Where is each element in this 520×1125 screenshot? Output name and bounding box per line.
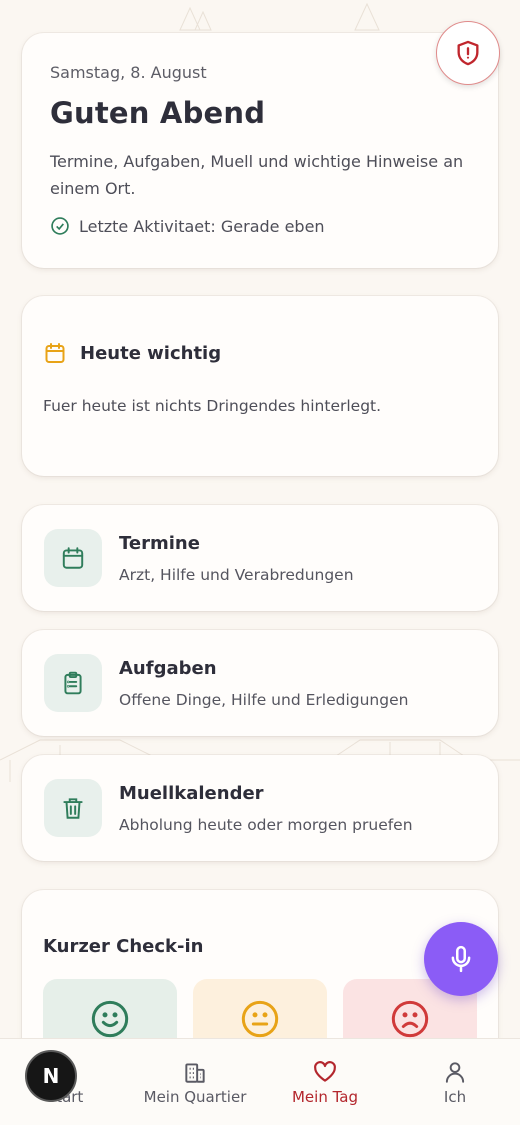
- emergency-button[interactable]: [436, 21, 500, 85]
- last-activity-text: Letzte Aktivitaet: Gerade eben: [79, 216, 325, 236]
- happy-face-icon: [91, 1000, 129, 1038]
- greeting-description: Termine, Aufgaben, Muell und wichtige Hi…: [50, 152, 464, 198]
- greeting-title: Guten Abend: [50, 96, 266, 130]
- bottom-navigation: Start Mein Quartier Mein Tag Ich: [0, 1038, 520, 1125]
- nav-mein-tag[interactable]: Mein Tag: [260, 1039, 390, 1125]
- important-today-card: Heute wichtig Fuer heute ist nichts Drin…: [22, 296, 498, 476]
- sad-face-icon: [391, 1000, 429, 1038]
- calendar-icon: [45, 343, 65, 363]
- nav-ich[interactable]: Ich: [390, 1039, 520, 1125]
- greeting-card: Samstag, 8. August Guten Abend Termine, …: [22, 21, 500, 268]
- waste-icon-box: [44, 779, 102, 837]
- nav-ich-label: Ich: [443, 1088, 467, 1106]
- neutral-face-icon: [241, 1000, 279, 1038]
- clipboard-icon: [64, 671, 82, 695]
- check-circle-icon: [51, 217, 69, 235]
- waste-subtitle: Abholung heute oder morgen pruefen: [119, 815, 413, 834]
- tasks-card[interactable]: Aufgaben Offene Dinge, Hilfe und Erledig…: [22, 630, 498, 736]
- tasks-title: Aufgaben: [119, 657, 217, 679]
- nav-mein-tag-label: Mein Tag: [291, 1088, 358, 1106]
- shield-alert-icon: [457, 40, 479, 66]
- voice-input-button[interactable]: [424, 922, 498, 996]
- building-icon: [185, 1063, 205, 1083]
- dev-overlay-badge[interactable]: N: [25, 1050, 77, 1102]
- user-icon: [445, 1062, 465, 1083]
- important-body: Fuer heute ist nichts Dringendes hinterl…: [43, 397, 382, 415]
- microphone-icon: [451, 945, 471, 973]
- nav-mein-quartier-label: Mein Quartier: [143, 1088, 247, 1106]
- appointments-title: Termine: [119, 532, 200, 554]
- appointments-icon-box: [44, 529, 102, 587]
- heart-icon: [314, 1061, 336, 1082]
- calendar-icon: [62, 547, 84, 569]
- tasks-icon-box: [44, 654, 102, 712]
- nav-mein-quartier[interactable]: Mein Quartier: [130, 1039, 260, 1125]
- current-date: Samstag, 8. August: [50, 63, 207, 82]
- appointments-card[interactable]: Termine Arzt, Hilfe und Verabredungen: [22, 505, 498, 611]
- appointments-subtitle: Arzt, Hilfe und Verabredungen: [119, 565, 354, 584]
- checkin-title: Kurzer Check-in: [43, 936, 204, 957]
- trash-icon: [63, 798, 83, 819]
- waste-title: Muellkalender: [119, 782, 264, 804]
- important-title: Heute wichtig: [80, 342, 222, 364]
- waste-calendar-card[interactable]: Muellkalender Abholung heute oder morgen…: [22, 755, 498, 861]
- last-activity: Letzte Aktivitaet: Gerade eben: [50, 216, 470, 236]
- tasks-subtitle: Offene Dinge, Hilfe und Erledigungen: [119, 690, 409, 709]
